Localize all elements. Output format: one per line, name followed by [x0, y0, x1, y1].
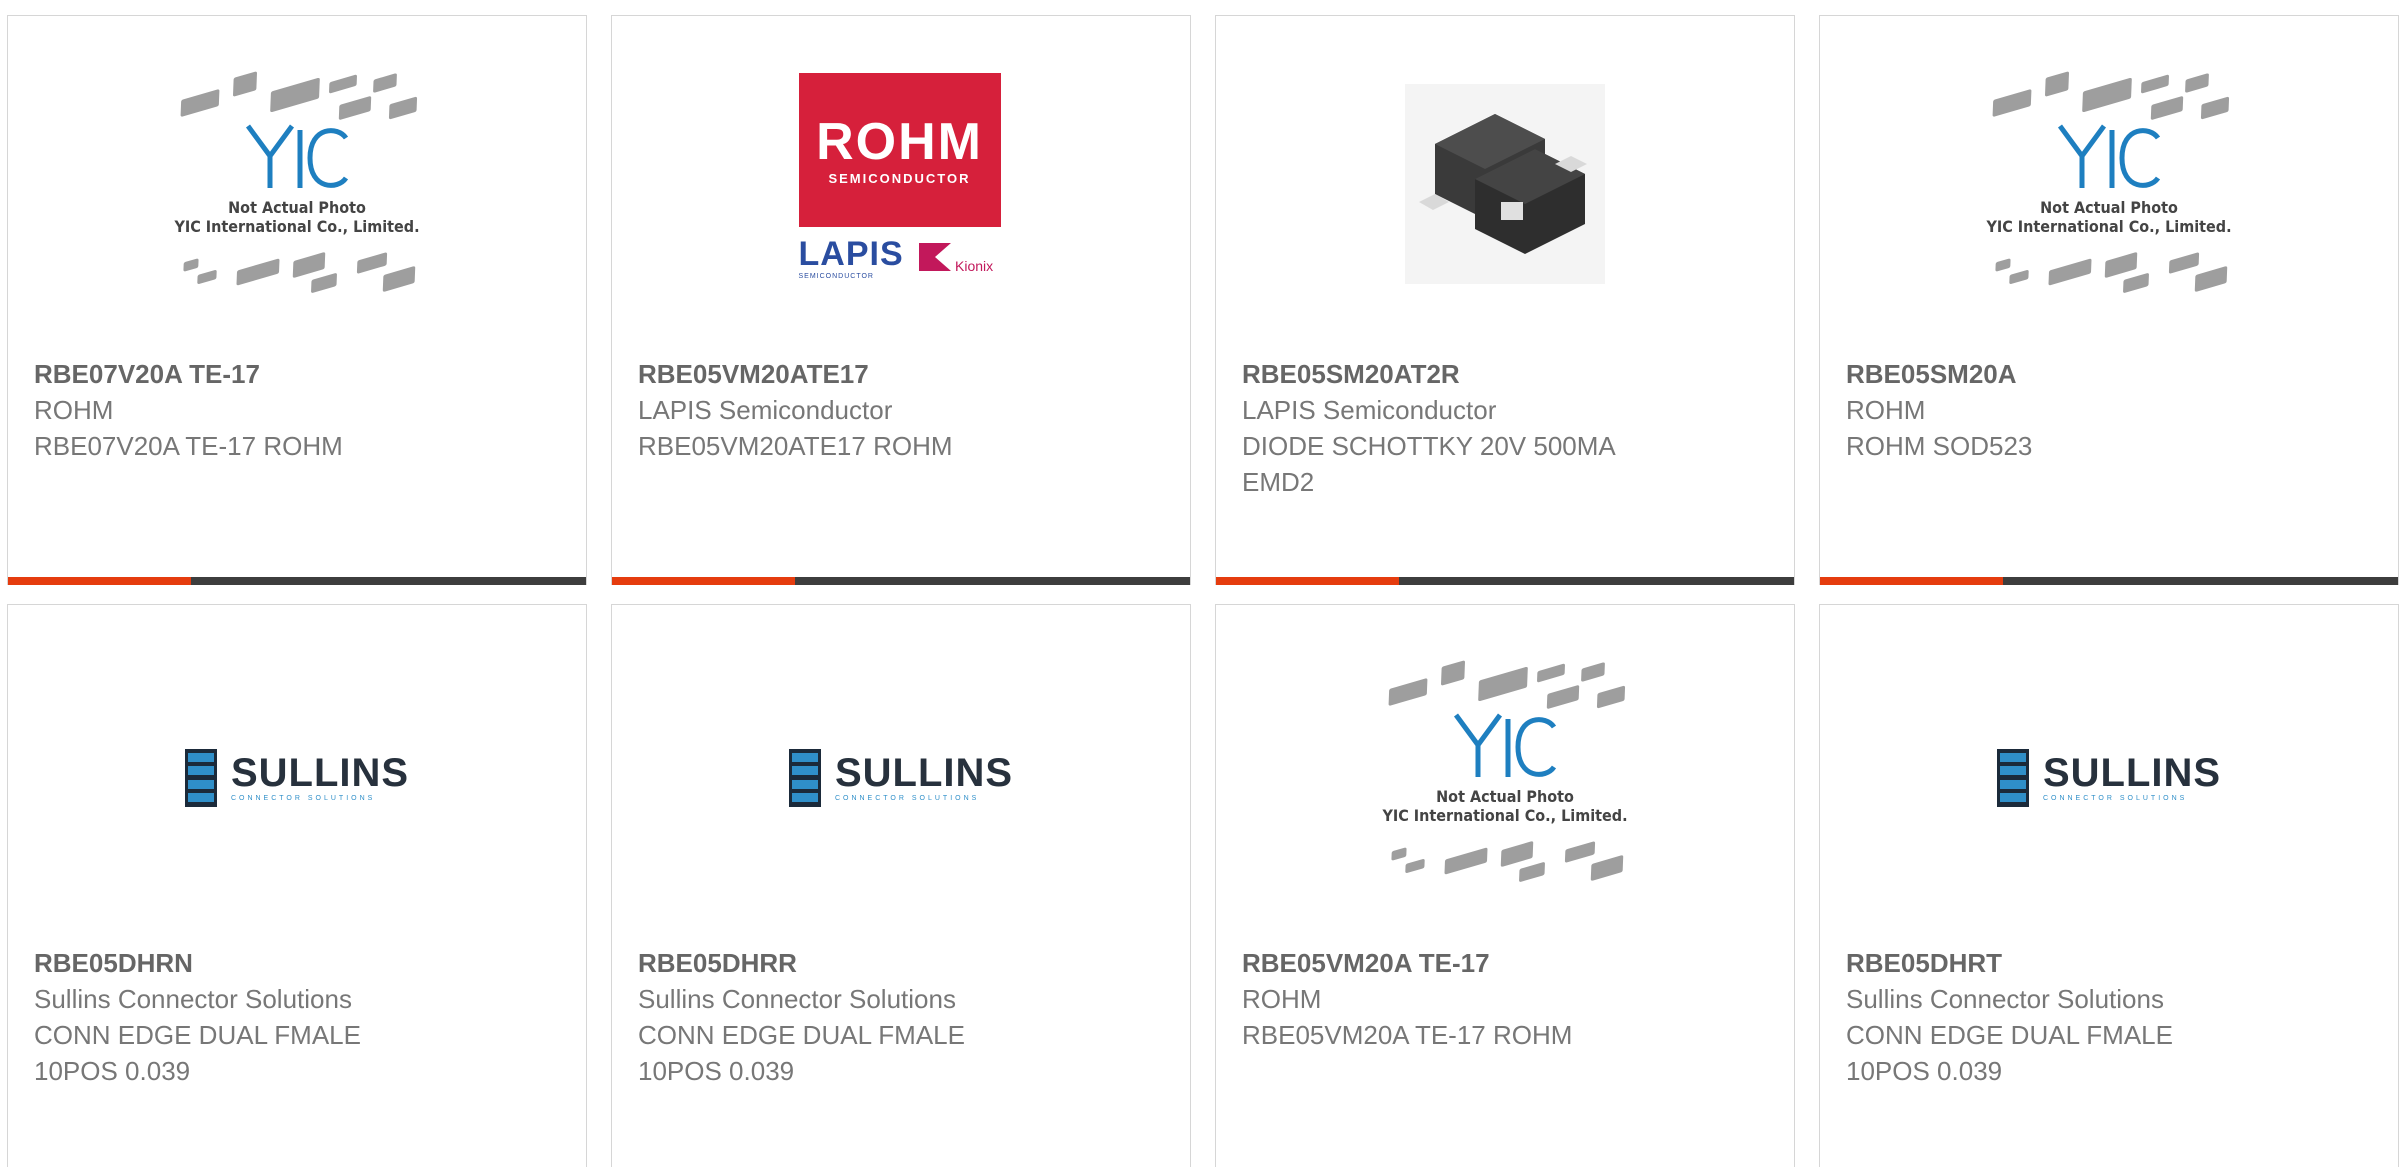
product-card[interactable]: Not Actual Photo YIC International Co., …: [1819, 15, 2399, 585]
product-info: RBE07V20A TE-17 ROHM RBE07V20A TE-17 ROH…: [34, 356, 560, 464]
product-card[interactable]: Not Actual Photo YIC International Co., …: [1215, 604, 1795, 1167]
kionix-logo-icon: Kionix: [918, 242, 993, 274]
product-image-placeholder[interactable]: Not Actual Photo YIC International Co., …: [1216, 605, 1794, 940]
card-bottom-bar: [1216, 577, 1794, 585]
manufacturer: LAPIS Semiconductor: [638, 395, 893, 425]
description: CONN EDGE DUAL FMALE 10POS 0.039: [638, 1020, 965, 1086]
yic-logo-icon: [2057, 124, 2161, 188]
placeholder-line2: YIC International Co., Limited.: [174, 216, 420, 236]
description: DIODE SCHOTTKY 20V 500MA EMD2: [1242, 431, 1615, 497]
sullins-logo-name: SULLINS: [2042, 751, 2222, 795]
sullins-logo: SULLINS CONNECTOR SOLUTIONS: [788, 748, 1014, 807]
product-info: RBE05VM20ATE17 LAPIS Semiconductor RBE05…: [638, 356, 1164, 464]
part-number[interactable]: RBE05DHRN: [34, 945, 560, 981]
part-number[interactable]: RBE05SM20A: [1846, 356, 2372, 392]
product-card[interactable]: SULLINS CONNECTOR SOLUTIONS RBE05DHRN Su…: [7, 604, 587, 1167]
manufacturer: Sullins Connector Solutions: [1846, 984, 2164, 1014]
product-info: RBE05DHRT Sullins Connector Solutions CO…: [1846, 945, 2372, 1089]
description: RBE05VM20ATE17 ROHM: [638, 431, 953, 461]
product-card[interactable]: SULLINS CONNECTOR SOLUTIONS RBE05DHRT Su…: [1819, 604, 2399, 1167]
product-image[interactable]: ROHM SEMICONDUCTOR LAPIS SEMICONDUCTOR K…: [612, 16, 1190, 351]
yic-placeholder-image: Not Actual Photo YIC International Co., …: [1370, 653, 1640, 893]
description: ROHM SOD523: [1846, 431, 2033, 461]
product-grid: Not Actual Photo YIC International Co., …: [0, 0, 2400, 1167]
product-image-placeholder[interactable]: Not Actual Photo YIC International Co., …: [8, 16, 586, 351]
product-info: RBE05SM20AT2R LAPIS Semiconductor DIODE …: [1242, 356, 1768, 500]
sullins-logo-tagline: CONNECTOR SOLUTIONS: [2042, 795, 2188, 802]
rohm-logo: ROHM SEMICONDUCTOR LAPIS SEMICONDUCTOR K…: [798, 72, 1004, 283]
product-image[interactable]: SULLINS CONNECTOR SOLUTIONS: [612, 605, 1190, 940]
manufacturer: ROHM: [1846, 395, 1926, 425]
sullins-bars-icon: [184, 748, 217, 807]
product-image[interactable]: SULLINS CONNECTOR SOLUTIONS: [8, 605, 586, 940]
rohm-logo-name: ROHM: [816, 112, 983, 171]
manufacturer: ROHM: [1242, 984, 1322, 1014]
product-image[interactable]: [1216, 16, 1794, 351]
sullins-logo-name: SULLINS: [834, 751, 1014, 795]
part-number[interactable]: RBE05VM20A TE-17: [1242, 945, 1768, 981]
card-bottom-bar: [1820, 577, 2398, 585]
yic-placeholder-image: Not Actual Photo YIC International Co., …: [1974, 64, 2244, 304]
sullins-logo-name: SULLINS: [230, 751, 410, 795]
product-info: RBE05DHRR Sullins Connector Solutions CO…: [638, 945, 1164, 1089]
accent-bar: [612, 577, 795, 585]
product-card[interactable]: SULLINS CONNECTOR SOLUTIONS RBE05DHRR Su…: [611, 604, 1191, 1167]
accent-bar: [1820, 577, 2003, 585]
product-card[interactable]: RBE05SM20AT2R LAPIS Semiconductor DIODE …: [1215, 15, 1795, 585]
yic-placeholder-image: Not Actual Photo YIC International Co., …: [162, 64, 432, 304]
manufacturer: Sullins Connector Solutions: [34, 984, 352, 1014]
card-bottom-bar: [8, 577, 586, 585]
yic-logo-icon: [245, 124, 349, 188]
description: CONN EDGE DUAL FMALE 10POS 0.039: [1846, 1020, 2173, 1086]
product-image-placeholder[interactable]: Not Actual Photo YIC International Co., …: [1820, 16, 2398, 351]
placeholder-line1: Not Actual Photo: [1436, 786, 1574, 806]
manufacturer: Sullins Connector Solutions: [638, 984, 956, 1014]
part-number[interactable]: RBE05VM20ATE17: [638, 356, 1164, 392]
placeholder-line1: Not Actual Photo: [2040, 197, 2178, 217]
sullins-logo-tagline: CONNECTOR SOLUTIONS: [230, 795, 376, 802]
rohm-logo-tagline: SEMICONDUCTOR: [828, 170, 971, 186]
sullins-logo: SULLINS CONNECTOR SOLUTIONS: [184, 748, 410, 807]
manufacturer: LAPIS Semiconductor: [1242, 395, 1497, 425]
placeholder-line2: YIC International Co., Limited.: [1382, 805, 1628, 825]
product-info: RBE05DHRN Sullins Connector Solutions CO…: [34, 945, 560, 1089]
kionix-logo-name: Kionix: [955, 258, 993, 274]
diode-photo: [1405, 83, 1605, 284]
description: RBE07V20A TE-17 ROHM: [34, 431, 343, 461]
part-number[interactable]: RBE05SM20AT2R: [1242, 356, 1768, 392]
part-number[interactable]: RBE05DHRT: [1846, 945, 2372, 981]
product-info: RBE05SM20A ROHM ROHM SOD523: [1846, 356, 2372, 464]
card-bottom-bar: [612, 577, 1190, 585]
yic-logo-icon: [1453, 713, 1557, 777]
product-info: RBE05VM20A TE-17 ROHM RBE05VM20A TE-17 R…: [1242, 945, 1768, 1053]
lapis-logo-name: LAPIS: [798, 234, 904, 273]
description: RBE05VM20A TE-17 ROHM: [1242, 1020, 1573, 1050]
sullins-logo: SULLINS CONNECTOR SOLUTIONS: [1996, 748, 2222, 807]
sullins-logo-tagline: CONNECTOR SOLUTIONS: [834, 795, 980, 802]
accent-bar: [8, 577, 191, 585]
sullins-bars-icon: [1996, 748, 2029, 807]
manufacturer: ROHM: [34, 395, 114, 425]
placeholder-line1: Not Actual Photo: [228, 197, 366, 217]
placeholder-line2: YIC International Co., Limited.: [1986, 216, 2232, 236]
sullins-bars-icon: [788, 748, 821, 807]
part-number[interactable]: RBE07V20A TE-17: [34, 356, 560, 392]
part-number[interactable]: RBE05DHRR: [638, 945, 1164, 981]
product-image[interactable]: SULLINS CONNECTOR SOLUTIONS: [1820, 605, 2398, 940]
product-card[interactable]: ROHM SEMICONDUCTOR LAPIS SEMICONDUCTOR K…: [611, 15, 1191, 585]
product-card[interactable]: Not Actual Photo YIC International Co., …: [7, 15, 587, 585]
accent-bar: [1216, 577, 1399, 585]
description: CONN EDGE DUAL FMALE 10POS 0.039: [34, 1020, 361, 1086]
lapis-logo-sub: SEMICONDUCTOR: [798, 272, 874, 280]
